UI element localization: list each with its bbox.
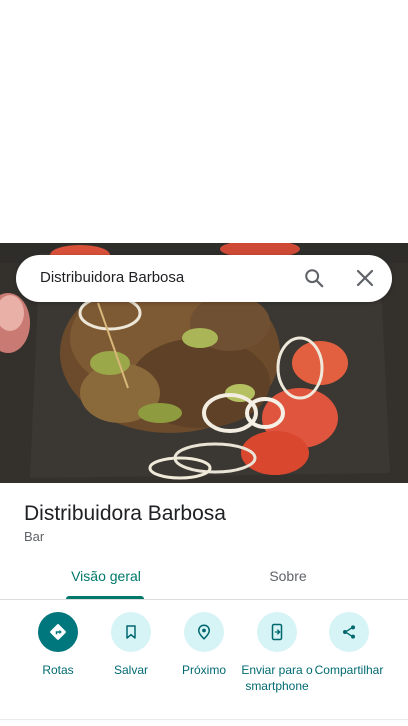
share-label: Compartilhar bbox=[314, 663, 384, 677]
tab-bar: Visão geral Sobre bbox=[0, 560, 408, 600]
send-to-phone-icon bbox=[257, 612, 297, 652]
nearby-label: Próximo bbox=[181, 663, 226, 677]
save-button[interactable]: Salvar bbox=[91, 612, 171, 678]
tab-about[interactable]: Sobre bbox=[186, 560, 390, 600]
nearby-icon bbox=[184, 612, 224, 652]
search-bar[interactable]: Distribuidora Barbosa bbox=[16, 255, 392, 302]
tab-overview[interactable]: Visão geral bbox=[4, 560, 208, 600]
active-tab-indicator bbox=[66, 596, 144, 599]
place-title: Distribuidora Barbosa bbox=[24, 502, 226, 525]
share-icon bbox=[329, 612, 369, 652]
send-to-phone-button[interactable]: Enviar para o smartphone bbox=[237, 612, 317, 694]
search-input[interactable]: Distribuidora Barbosa bbox=[40, 269, 184, 286]
directions-label: Rotas bbox=[42, 663, 74, 677]
divider bbox=[0, 719, 408, 720]
map-area-blank bbox=[0, 0, 408, 243]
save-label: Salvar bbox=[113, 663, 148, 677]
share-button[interactable]: Compartilhar bbox=[309, 612, 389, 678]
send-to-phone-label: Enviar para o smartphone bbox=[241, 663, 313, 693]
place-category: Bar bbox=[24, 529, 45, 544]
directions-icon bbox=[38, 612, 78, 652]
nearby-button[interactable]: Próximo bbox=[164, 612, 244, 678]
action-buttons: Rotas Salvar Próximo Enviar para o smart… bbox=[0, 612, 408, 712]
directions-button[interactable]: Rotas bbox=[18, 612, 98, 678]
bookmark-icon bbox=[111, 612, 151, 652]
search-icon[interactable] bbox=[303, 267, 325, 289]
close-icon[interactable] bbox=[355, 268, 375, 288]
